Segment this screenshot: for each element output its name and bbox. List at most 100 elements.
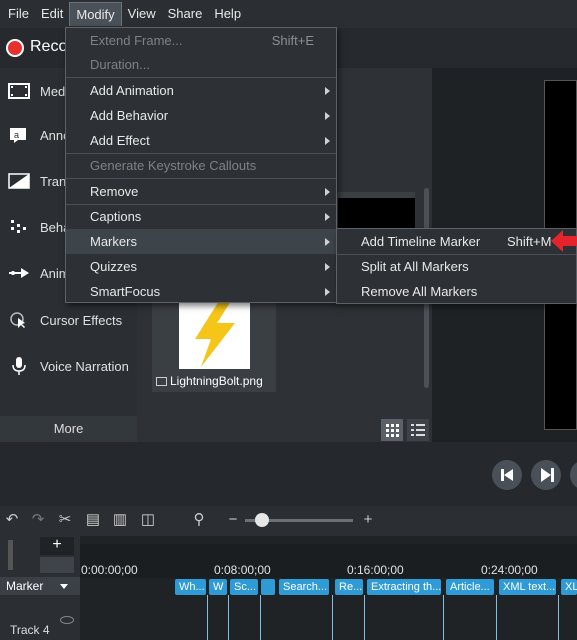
menu-modify[interactable]: Modify [69,2,122,26]
cut-icon[interactable]: ✂ [57,512,73,528]
split-icon[interactable]: ◫ [140,512,156,528]
menu-item-label: Add Timeline Marker [361,234,481,249]
menu-edit[interactable]: Edit [35,2,69,26]
transitions-icon [8,173,30,189]
record-button[interactable]: Reco [30,38,67,56]
menu-item-shortcut: Shift+E [271,33,314,48]
menu-item-label: Add Animation [90,83,174,98]
track-visibility-icon[interactable] [60,616,74,624]
submenu-arrow-icon [325,213,330,221]
paste-icon[interactable]: ▥ [112,512,128,528]
collapse-tracks-button[interactable] [40,557,74,573]
ruler-label: 0:24:00;00 [481,563,538,577]
menu-item-duration[interactable]: Duration... [66,52,336,77]
step-back-icon [501,469,513,481]
menu-item-add-timeline-marker[interactable]: Add Timeline Marker Shift+M [337,229,576,254]
timeline-marker[interactable]: XML text... [499,579,556,595]
lightning-bolt-icon [195,301,235,367]
list-view-button[interactable] [407,419,429,441]
animations-icon [9,268,29,278]
behaviors-icon [11,220,26,233]
menu-item-label: Quizzes [90,259,137,274]
grid-view-button[interactable] [381,419,403,441]
tool-voice-narration[interactable]: Voice Narration [0,343,137,389]
menu-item-label: Remove All Markers [361,284,478,299]
submenu-arrow-icon [325,263,330,271]
menu-file[interactable]: File [2,2,35,26]
marker-line [558,595,559,640]
media-icon [8,83,30,99]
menu-item-add-animation[interactable]: Add Animation [66,78,336,103]
menu-item-label: Extend Frame... [90,33,183,48]
menu-item-remove-all-markers[interactable]: Remove All Markers [337,279,576,304]
lightning-bolt-image [179,299,250,369]
marker-line [496,595,497,640]
menu-item-split-at-all-markers[interactable]: Split at All Markers [337,254,576,279]
timeline-marker[interactable]: W [209,579,227,595]
annotations-icon: a [10,128,26,143]
menu-item-extend-frame[interactable]: Extend Frame... Shift+E [66,28,336,53]
menu-item-captions[interactable]: Captions [66,204,336,229]
marker-line [443,595,444,640]
submenu-arrow-icon [325,288,330,296]
zoom-in-icon[interactable]: + [360,512,376,528]
marker-track-header[interactable]: Marker [0,577,80,595]
menu-item-generate-keystroke-callouts[interactable]: Generate Keystroke Callouts [66,153,336,178]
player-controls [0,442,577,506]
marker-line [332,595,333,640]
media-file-label: LightningBolt.png [156,374,263,388]
track-height-slider[interactable] [8,540,13,570]
tool-label: Voice Narration [40,358,129,374]
submenu-arrow-icon [325,87,330,95]
add-track-button[interactable]: + [40,537,74,555]
view-toggle [381,419,429,441]
copy-icon[interactable]: ▤ [85,512,101,528]
menu-item-quizzes[interactable]: Quizzes [66,254,336,279]
timeline-marker[interactable]: Wh... [175,579,206,595]
microphone-icon [12,357,26,375]
zoom-icon[interactable]: ⚲ [191,512,207,528]
media-file-name: LightningBolt.png [170,374,263,388]
zoom-out-icon[interactable]: − [225,512,241,528]
menu-item-markers[interactable]: Markers [66,229,336,254]
timeline-marker[interactable]: Extracting th... [367,579,441,595]
timeline-marker[interactable]: Re... [335,579,363,595]
play-icon [541,468,554,482]
record-icon[interactable] [6,39,24,57]
menu-item-label: Add Effect [90,133,150,148]
menu-view[interactable]: View [122,2,162,26]
undo-icon[interactable]: ↶ [4,512,20,528]
menu-item-smartfocus[interactable]: SmartFocus [66,279,336,304]
ruler-label: 0:00:00;00 [81,563,138,577]
menu-share[interactable]: Share [162,2,209,26]
timeline-marker[interactable] [261,579,275,595]
play-button[interactable] [531,460,561,490]
track-label: Track 4 [10,623,50,637]
menu-item-label: Generate Keystroke Callouts [90,158,257,173]
marker-line [364,595,365,640]
marker-line [260,595,261,640]
markers-submenu: Add Timeline Marker Shift+M Split at All … [336,228,577,304]
redo-icon[interactable]: ↷ [30,512,46,528]
menu-help[interactable]: Help [208,2,247,26]
menu-item-add-behavior[interactable]: Add Behavior [66,103,336,128]
tool-label: Medi [40,83,69,99]
timeline-marker[interactable]: XL [561,579,577,595]
menu-item-label: Duration... [90,57,150,72]
menu-item-shortcut: Shift+M [507,234,552,249]
previous-frame-button[interactable] [492,460,522,490]
timeline-marker[interactable]: Article... [446,579,494,595]
chevron-down-icon[interactable] [60,584,68,589]
submenu-arrow-icon [325,137,330,145]
menu-item-label: SmartFocus [90,284,161,299]
timeline-marker[interactable]: Sc... [230,579,258,595]
menu-item-add-effect[interactable]: Add Effect [66,128,336,153]
callout-arrow-icon [551,230,577,252]
more-button[interactable]: More [0,416,137,442]
grid-icon [386,424,399,437]
modify-menu: Extend Frame... Shift+E Duration... Add A… [65,27,337,303]
zoom-slider-handle[interactable] [255,513,269,527]
timeline-marker[interactable]: Search... [279,579,329,595]
ruler-label: 0:16:00;00 [347,563,404,577]
menu-item-remove[interactable]: Remove [66,179,336,204]
